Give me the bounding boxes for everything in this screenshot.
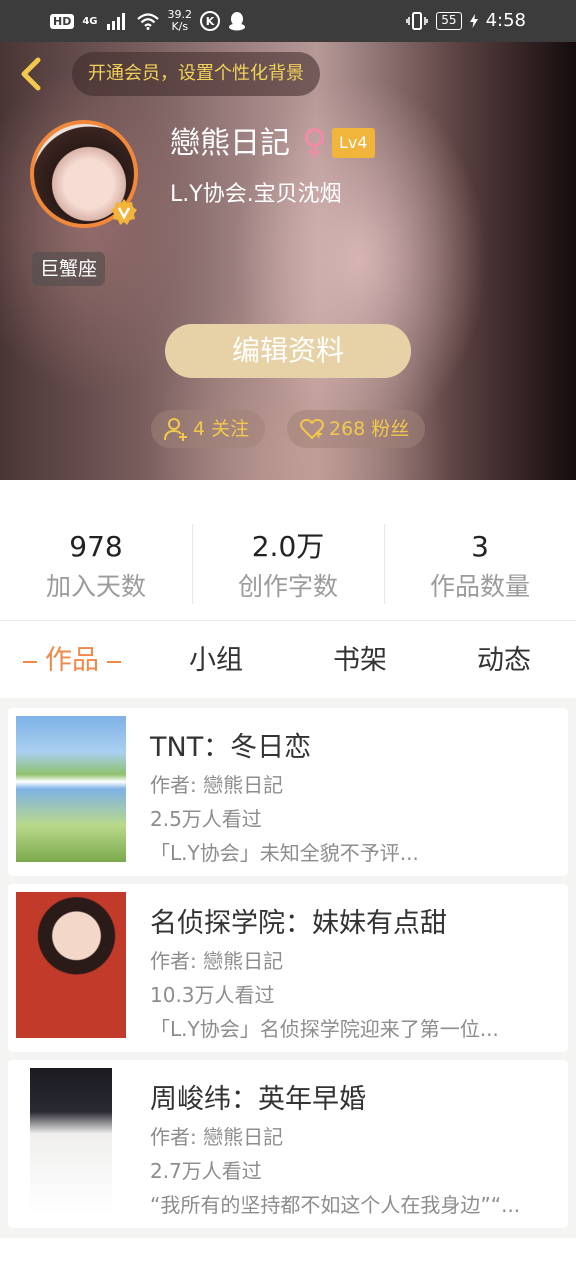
work-author: 作者: 戀熊日記	[150, 949, 284, 973]
hd-indicator: HD	[50, 13, 75, 29]
zodiac-tag: 巨蟹座	[32, 252, 106, 286]
profile-stats: 978 加入天数 2.0万 创作字数 3 作品数量	[0, 522, 576, 606]
qq-icon	[229, 12, 246, 31]
avatar[interactable]	[30, 120, 140, 230]
work-title: 名侦探学院：妹妹有点甜	[150, 908, 447, 939]
work-cover-image	[30, 1068, 112, 1214]
following-button[interactable]: 4 关注	[151, 410, 265, 448]
fans-button[interactable]: 268 粉丝	[287, 410, 425, 448]
work-description: “我所有的坚持都不如这个人在我身边”“...	[150, 1193, 521, 1217]
tab-indicator	[23, 660, 37, 663]
stat-word-count: 2.0万 创作字数	[192, 522, 384, 606]
fans-count: 268 粉丝	[329, 418, 410, 440]
divider	[0, 620, 576, 621]
tab-activity[interactable]: 动态	[432, 636, 576, 686]
work-card[interactable]: 周峻纬：英年早婚 作者: 戀熊日記 2.7万人看过 “我所有的坚持都不如这个人在…	[8, 1060, 568, 1228]
charging-icon	[469, 13, 478, 28]
work-description: 「L.Y协会」未知全貌不予评...	[150, 841, 419, 865]
work-author: 作者: 戀熊日記	[150, 1125, 284, 1149]
add-user-icon	[164, 418, 187, 441]
work-cover-image	[16, 716, 126, 862]
profile-tabs: 作品 小组 书架 动态	[0, 636, 576, 686]
tab-works[interactable]: 作品	[0, 636, 144, 686]
work-author: 作者: 戀熊日記	[150, 773, 284, 797]
signature: L.Y协会.宝贝沈烟	[170, 182, 342, 207]
following-count: 4 关注	[193, 418, 250, 440]
vibrate-icon	[406, 11, 429, 30]
heart-icon	[300, 418, 324, 440]
female-gender-icon: ♀	[302, 122, 327, 162]
works-list: TNT：冬日恋 作者: 戀熊日記 2.5万人看过 「L.Y协会」未知全貌不予评.…	[0, 698, 576, 1238]
level-badge: Lv4	[332, 128, 375, 158]
work-card[interactable]: 名侦探学院：妹妹有点甜 作者: 戀熊日記 10.3万人看过 「L.Y协会」名侦探…	[8, 884, 568, 1052]
tab-groups[interactable]: 小组	[144, 636, 288, 686]
work-cover-image	[16, 892, 126, 1038]
work-views: 2.5万人看过	[150, 807, 262, 831]
network-speed: 39.2 K/s	[167, 8, 193, 33]
status-bar: HD 4G 39.2 K/s K 55 4:58	[0, 0, 576, 42]
work-title: 周峻纬：英年早婚	[150, 1084, 366, 1115]
edit-profile-button[interactable]: 编辑资料	[165, 324, 411, 378]
work-views: 10.3万人看过	[150, 983, 275, 1007]
stat-works-count: 3 作品数量	[384, 522, 576, 606]
signal-icon	[106, 13, 125, 30]
back-arrow-icon[interactable]	[14, 54, 50, 94]
work-card[interactable]: TNT：冬日恋 作者: 戀熊日記 2.5万人看过 「L.Y协会」未知全貌不予评.…	[8, 708, 568, 876]
wifi-icon	[136, 13, 159, 30]
verified-badge-icon	[111, 199, 137, 225]
work-description: 「L.Y协会」名侦探学院迎来了第一位...	[150, 1017, 499, 1041]
stat-join-days: 978 加入天数	[45, 530, 146, 601]
tab-bookshelf[interactable]: 书架	[288, 636, 432, 686]
nickname: 戀熊日記	[170, 126, 290, 161]
work-views: 2.7万人看过	[150, 1159, 262, 1183]
tab-indicator	[107, 660, 121, 663]
battery-icon: 55	[436, 11, 462, 30]
vip-promo-button[interactable]: 开通会员，设置个性化背景	[72, 52, 320, 96]
vpn-icon: K	[200, 11, 221, 31]
network-type: 4G	[82, 15, 98, 27]
clock: 4:58	[485, 10, 526, 31]
work-title: TNT：冬日恋	[150, 732, 312, 763]
